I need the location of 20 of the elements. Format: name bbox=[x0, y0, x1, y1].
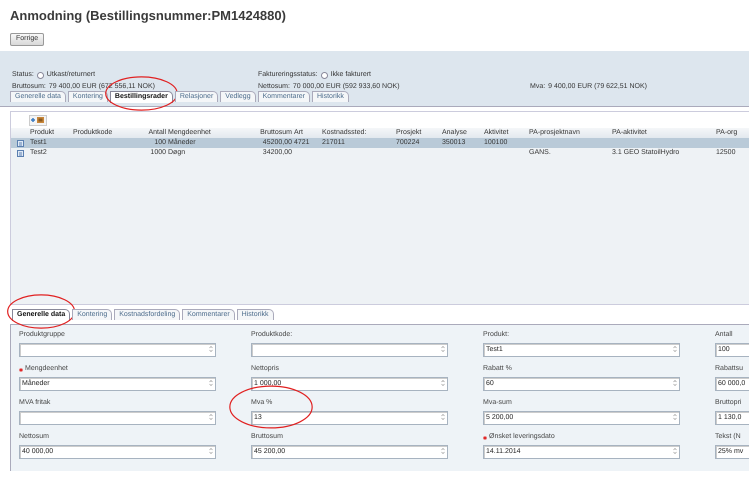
document-icon bbox=[16, 140, 24, 147]
arrow-box-icon bbox=[31, 116, 45, 124]
spinner-icon[interactable] bbox=[209, 345, 213, 353]
input-field[interactable] bbox=[251, 343, 448, 357]
toolbar-button[interactable] bbox=[29, 114, 47, 126]
spinner-icon[interactable] bbox=[673, 447, 677, 455]
spinner-icon[interactable] bbox=[209, 447, 213, 455]
input-field[interactable] bbox=[19, 343, 216, 357]
spinner-icon[interactable] bbox=[441, 345, 445, 353]
input-field[interactable] bbox=[19, 411, 216, 425]
spinner-icon[interactable] bbox=[209, 379, 213, 387]
spinner-icon[interactable] bbox=[673, 413, 677, 421]
spinner-icon[interactable] bbox=[673, 345, 677, 353]
spinner-icon[interactable] bbox=[441, 379, 445, 387]
spinner-icon[interactable] bbox=[209, 413, 213, 421]
spinner-icon[interactable] bbox=[441, 447, 445, 455]
spinner-icon[interactable] bbox=[441, 413, 445, 421]
document-icon bbox=[16, 150, 24, 157]
page-title: Anmodning (Bestillingsnummer:PM1424880) bbox=[10, 7, 287, 24]
spinner-icon[interactable] bbox=[673, 379, 677, 387]
